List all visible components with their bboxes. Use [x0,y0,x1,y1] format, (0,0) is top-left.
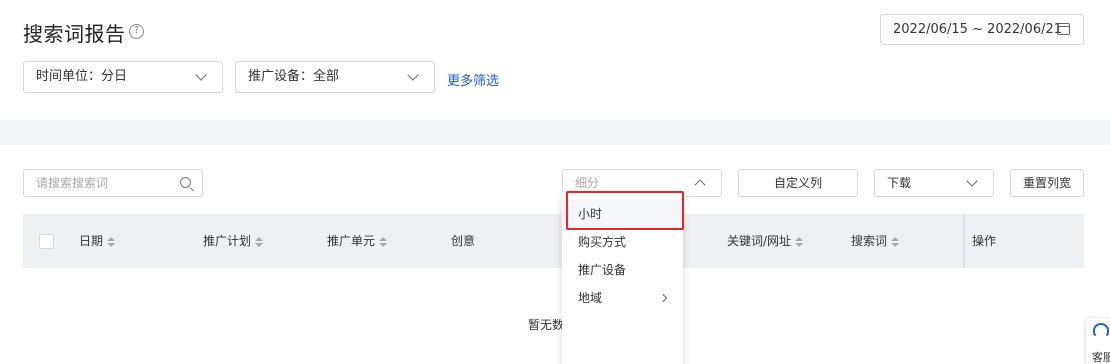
column-search-term[interactable]: 搜索词 [851,214,900,268]
chevron-down-icon [966,175,978,187]
help-icon[interactable]: ? [129,24,144,39]
calendar-icon [1057,23,1070,35]
reset-column-width-button[interactable]: 重置列宽 [1010,169,1084,197]
download-button[interactable]: 下载 [874,169,994,197]
menu-item-region[interactable]: 地域 [562,284,683,312]
search-input[interactable]: 请搜索搜索词 [23,169,203,197]
page-title: 搜索词报告 [23,22,126,46]
chevron-down-icon [407,69,419,81]
customer-service-widget[interactable]: 客服 [1086,318,1110,364]
chevron-right-icon [658,293,668,303]
sort-icon[interactable] [107,236,116,247]
sort-icon[interactable] [795,236,804,247]
select-all-checkbox[interactable] [39,234,54,249]
custom-columns-button[interactable]: 自定义列 [738,169,858,197]
menu-item-hour[interactable]: 小时 [562,200,683,228]
search-icon[interactable] [180,177,191,188]
menu-item-device[interactable]: 推广设备 [562,256,683,284]
search-placeholder: 请搜索搜索词 [36,176,109,190]
more-filters-link[interactable]: 更多筛选 [447,70,499,89]
column-keyword-url[interactable]: 关键词/网址 [727,214,804,268]
breakdown-placeholder: 细分 [575,176,600,190]
device-value: 推广设备：全部 [248,69,340,84]
time-unit-value: 时间单位：分日 [36,69,128,84]
chevron-up-icon [694,179,706,191]
date-range-value: 2022/06/15 ~ 2022/06/21 [893,22,1063,37]
headset-icon [1093,323,1109,338]
column-ad-group[interactable]: 推广单元 [327,214,388,268]
breakdown-dropdown-menu: 小时 购买方式 推广设备 地域 [562,192,683,364]
table-header: 日期 推广计划 推广单元 创意 关键词/网址 搜索词 操作 [23,214,1084,268]
column-actions: 操作 [972,234,997,248]
column-creative: 创意 [451,234,476,248]
empty-state-text: 暂无数 [528,318,565,332]
customer-service-label: 客服 [1092,351,1110,364]
download-label: 下载 [887,176,912,190]
chevron-down-icon [195,69,207,81]
time-unit-select[interactable]: 时间单位：分日 [23,61,223,93]
column-campaign[interactable]: 推广计划 [203,214,264,268]
menu-item-purchase-method[interactable]: 购买方式 [562,228,683,256]
menu-item-region-label: 地域 [578,291,603,305]
sort-icon[interactable] [379,236,388,247]
device-select[interactable]: 推广设备：全部 [235,61,435,93]
sort-icon[interactable] [891,236,900,247]
sort-icon[interactable] [255,236,264,247]
date-range-picker[interactable]: 2022/06/15 ~ 2022/06/21 [880,14,1084,45]
column-date[interactable]: 日期 [79,214,116,268]
